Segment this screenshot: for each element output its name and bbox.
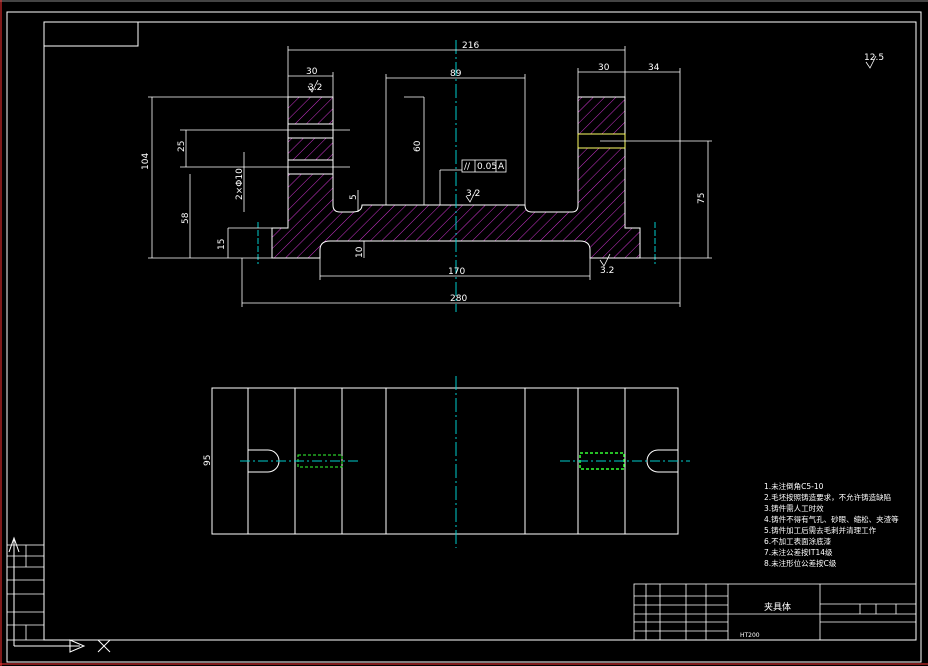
- dim-2xphi10: 2×Φ10: [235, 168, 245, 200]
- dim-10: 10: [355, 246, 365, 258]
- technical-notes: 1.未注倒角C5-10 2.毛坯按照铸造要求，不允许铸造缺陷 3.铸件需人工时效…: [764, 481, 899, 568]
- dim-34: 34: [648, 63, 660, 73]
- dim-170: 170: [448, 267, 465, 277]
- note-7: 7.未注公差按IT14级: [764, 547, 833, 557]
- dim-104: 104: [141, 153, 151, 170]
- roughness-mark-1: 3.2: [308, 83, 322, 93]
- material: HT200: [740, 632, 760, 639]
- dim-25: 25: [177, 141, 187, 152]
- drawing-title: 夹具体: [764, 601, 791, 613]
- roughness-mark-3: 3.2: [600, 266, 614, 276]
- dim-5: 5: [349, 194, 359, 200]
- dim-280: 280: [450, 294, 467, 304]
- note-6: 6.不加工表面涂底漆: [764, 536, 832, 546]
- dim-89: 89: [450, 69, 462, 79]
- dim-15: 15: [217, 239, 227, 250]
- dim-30-right: 30: [598, 63, 610, 73]
- dim-30-left: 30: [306, 67, 318, 77]
- tolerance-datum: A: [498, 162, 505, 172]
- cad-drawing: // 0.05 A 216 30 30 34 89 104 25 2×Φ10 5…: [0, 0, 928, 666]
- roughness-mark-2: 3.2: [466, 189, 480, 199]
- note-2: 2.毛坯按照铸造要求，不允许铸造缺陷: [764, 492, 891, 502]
- revision-strip: [6, 544, 45, 641]
- tolerance-symbol: //: [464, 162, 471, 172]
- tolerance-value: 0.05: [477, 162, 497, 172]
- dim-216: 216: [462, 41, 479, 51]
- general-roughness: 12.5: [864, 53, 884, 63]
- note-8: 8.未注形位公差按C级: [764, 558, 837, 568]
- dim-75: 75: [697, 193, 707, 204]
- note-5: 5.铸件加工后需去毛刺并清理工作: [764, 525, 877, 535]
- note-1: 1.未注倒角C5-10: [764, 481, 824, 491]
- dim-60: 60: [413, 140, 423, 152]
- note-3: 3.铸件需人工时效: [764, 503, 824, 513]
- hole-left-upper: [287, 123, 334, 139]
- code-box: [43, 21, 139, 47]
- front-view: // 0.05 A 216 30 30 34 89 104 25 2×Φ10 5…: [141, 40, 884, 312]
- note-4: 4.铸件不得有气孔、砂眼、缩松、夹渣等: [764, 514, 899, 524]
- dim-58: 58: [181, 212, 191, 224]
- dim-95: 95: [203, 455, 213, 466]
- ucs-icon: [8, 536, 111, 653]
